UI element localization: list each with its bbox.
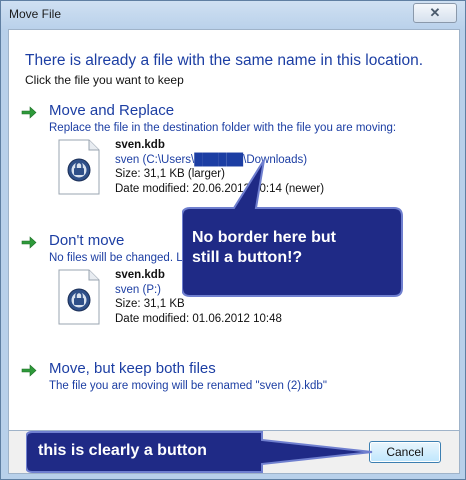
annotation-callout-text: No border here but still a button!? <box>192 228 336 268</box>
close-icon: ✕ <box>429 5 441 20</box>
file-modified: Date modified: 01.06.2012 10:48 <box>115 312 282 325</box>
close-button[interactable]: ✕ <box>413 3 457 23</box>
green-arrow-icon <box>21 364 37 377</box>
annotation-callout-bubble <box>182 159 403 297</box>
option-title: Don't move <box>49 232 125 249</box>
cancel-button[interactable]: Cancel <box>369 441 441 463</box>
annotation-callout-text: this is clearly a button <box>38 442 207 459</box>
option-keep-both[interactable]: Move, but keep both files The file you a… <box>21 360 447 400</box>
green-arrow-icon <box>21 106 37 119</box>
dialog-heading: There is already a file with the same na… <box>25 52 424 69</box>
option-title: Move and Replace <box>49 102 175 119</box>
title-bar[interactable]: Move File ✕ <box>1 1 465 29</box>
annotation-line: No border here but <box>192 229 337 246</box>
keepass-file-icon <box>58 269 100 325</box>
annotation-line: still a button!? <box>192 249 303 266</box>
option-description: Replace the file in the destination fold… <box>49 122 397 134</box>
dialog-instruction: Click the file you want to keep <box>25 73 184 87</box>
option-description: No files will be changed. L <box>49 252 183 264</box>
green-arrow-icon <box>21 236 37 249</box>
window-title: Move File <box>9 7 62 21</box>
keepass-file-icon <box>58 139 100 195</box>
option-title: Move, but keep both files <box>49 360 216 377</box>
option-description: The file you are moving will be renamed … <box>49 380 327 392</box>
